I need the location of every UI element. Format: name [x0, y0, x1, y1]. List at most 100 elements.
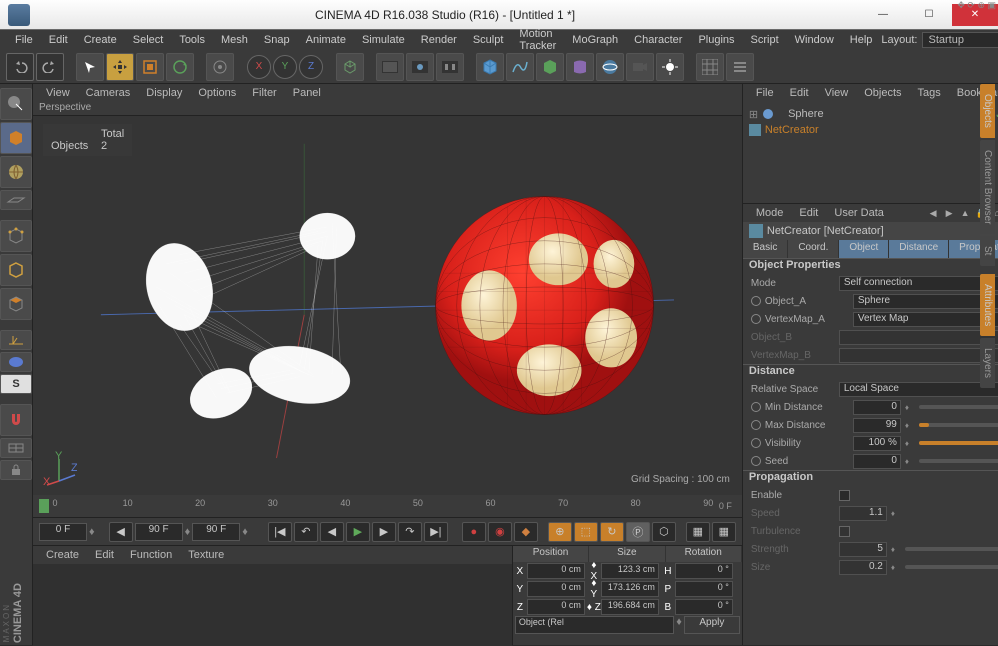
pos-y-input[interactable]: 0 cm	[527, 581, 585, 597]
menu-window[interactable]: Window	[788, 32, 841, 48]
layout-dropdown[interactable]: Startup	[922, 32, 998, 48]
min-distance-slider[interactable]	[919, 405, 998, 409]
menu-plugins[interactable]: Plugins	[691, 32, 741, 48]
tab-object[interactable]: Object	[839, 240, 889, 258]
menu-mesh[interactable]: Mesh	[214, 32, 255, 48]
next-frame-button[interactable]: ▶	[372, 522, 396, 542]
visibility-input[interactable]: 100 %	[853, 436, 901, 451]
object-a-field[interactable]: Sphere	[853, 294, 998, 309]
workplane-button[interactable]	[0, 190, 32, 210]
make-editable-button[interactable]	[0, 88, 32, 120]
attr-menu-mode[interactable]: Mode	[749, 205, 791, 221]
menu-motion-tracker[interactable]: Motion Tracker	[512, 26, 563, 54]
pos-z-input[interactable]: 0 cm	[527, 599, 585, 615]
deformer-button[interactable]	[566, 53, 594, 81]
menu-select[interactable]: Select	[126, 32, 171, 48]
rot-h-input[interactable]: 0 °	[675, 563, 733, 579]
camera-button[interactable]	[626, 53, 654, 81]
pla-key-button[interactable]: ⬡	[652, 522, 676, 542]
menu-animate[interactable]: Animate	[299, 32, 353, 48]
axis-button[interactable]	[0, 330, 32, 350]
render-pv-button[interactable]	[406, 53, 434, 81]
maximize-button[interactable]: ☐	[906, 4, 952, 26]
undo-button[interactable]	[6, 53, 34, 81]
rot-p-input[interactable]: 0 °	[675, 581, 733, 597]
render-settings-button[interactable]	[436, 53, 464, 81]
prev-frame-button[interactable]: ◀	[320, 522, 344, 542]
object-b-field[interactable]	[839, 330, 998, 345]
texture-mode-button[interactable]	[0, 156, 32, 188]
view-menu-display[interactable]: Display	[139, 85, 189, 101]
relative-space-dropdown[interactable]: Local Space	[839, 382, 998, 397]
mat-menu-create[interactable]: Create	[39, 547, 86, 563]
start-frame-input[interactable]: 0 F	[39, 523, 87, 541]
menu-tools[interactable]: Tools	[172, 32, 212, 48]
render-view-button[interactable]	[376, 53, 404, 81]
live-select-button[interactable]	[76, 53, 104, 81]
light-button[interactable]	[656, 53, 684, 81]
snap-s-button[interactable]: S	[0, 374, 32, 394]
obj-menu-file[interactable]: File	[749, 85, 781, 101]
redo-button[interactable]	[36, 53, 64, 81]
cube-primitive-button[interactable]	[476, 53, 504, 81]
menu-create[interactable]: Create	[77, 32, 124, 48]
menu-file[interactable]: File	[8, 32, 40, 48]
rot-key-button[interactable]: ↻	[600, 522, 624, 542]
magnet-button[interactable]	[0, 404, 32, 436]
z-axis-toggle[interactable]: Z	[299, 55, 323, 79]
grid-button[interactable]	[696, 53, 724, 81]
max-distance-input[interactable]: 99	[853, 418, 901, 433]
min-distance-input[interactable]: 0	[853, 400, 901, 415]
enable-checkbox[interactable]	[839, 490, 850, 501]
viewport-canvas[interactable]: Total Objects2 Grid Spacing : 100 cm Y Z…	[33, 116, 742, 495]
mat-menu-texture[interactable]: Texture	[181, 547, 231, 563]
sidetab-attributes[interactable]: Attributes	[980, 274, 995, 336]
size-slider[interactable]	[905, 565, 998, 569]
pos-x-input[interactable]: 0 cm	[527, 563, 585, 579]
strength-input[interactable]: 5	[839, 542, 887, 557]
model-mode-button[interactable]	[0, 122, 32, 154]
vertexmap-b-field[interactable]	[839, 348, 998, 363]
pos-key-button[interactable]: ⊕	[548, 522, 572, 542]
nav-up-icon[interactable]: ▲	[958, 206, 972, 220]
obj-menu-tags[interactable]: Tags	[911, 85, 948, 101]
record-button[interactable]: ●	[462, 522, 486, 542]
seed-input[interactable]: 0	[853, 454, 901, 469]
menu-render[interactable]: Render	[414, 32, 464, 48]
mat-menu-function[interactable]: Function	[123, 547, 179, 563]
options-1-button[interactable]: ▦	[686, 522, 710, 542]
keyframe-sel-button[interactable]: ◆	[514, 522, 538, 542]
nav-fwd-icon[interactable]: ▶	[942, 206, 956, 220]
obj-menu-objects[interactable]: Objects	[857, 85, 908, 101]
obj-menu-view[interactable]: View	[818, 85, 856, 101]
attr-menu-edit[interactable]: Edit	[792, 205, 825, 221]
next-key-button[interactable]: ↷	[398, 522, 422, 542]
viewport-solo-button[interactable]	[0, 352, 32, 372]
lock-button[interactable]	[0, 460, 32, 480]
goto-start-icon[interactable]: ◀	[109, 522, 133, 542]
current-frame-input[interactable]: 90 F	[192, 523, 240, 541]
object-tree[interactable]: ⊞ Sphere ✓ NetCreator ✓	[743, 102, 998, 142]
coord-apply-button[interactable]: Apply	[684, 616, 740, 634]
y-axis-toggle[interactable]: Y	[273, 55, 297, 79]
view-menu-options[interactable]: Options	[191, 85, 243, 101]
nav-back-icon[interactable]: ◀	[926, 206, 940, 220]
menu-help[interactable]: Help	[843, 32, 880, 48]
attr-menu-userdata[interactable]: User Data	[827, 205, 891, 221]
visibility-slider[interactable]	[919, 441, 998, 445]
prev-key-button[interactable]: ↶	[294, 522, 318, 542]
options-2-button[interactable]: ▦	[712, 522, 736, 542]
sidetab-structure[interactable]: St	[980, 236, 995, 265]
seed-slider[interactable]	[919, 459, 998, 463]
goto-first-button[interactable]: |◀	[268, 522, 292, 542]
rot-b-input[interactable]: 0 °	[675, 599, 733, 615]
param-key-button[interactable]: Ⓟ	[626, 522, 650, 542]
timeline[interactable]: 0 10 20 30 40 50 60 70 80 90 0 F	[33, 495, 742, 517]
strength-slider[interactable]	[905, 547, 998, 551]
timeline-cursor[interactable]	[39, 499, 49, 513]
sidetab-layers[interactable]: Layers	[980, 338, 995, 388]
vma-radio[interactable]	[751, 314, 761, 324]
workplane-snap-button[interactable]	[0, 438, 32, 458]
menu-script[interactable]: Script	[744, 32, 786, 48]
sidetab-content-browser[interactable]: Content Browser	[980, 140, 995, 234]
